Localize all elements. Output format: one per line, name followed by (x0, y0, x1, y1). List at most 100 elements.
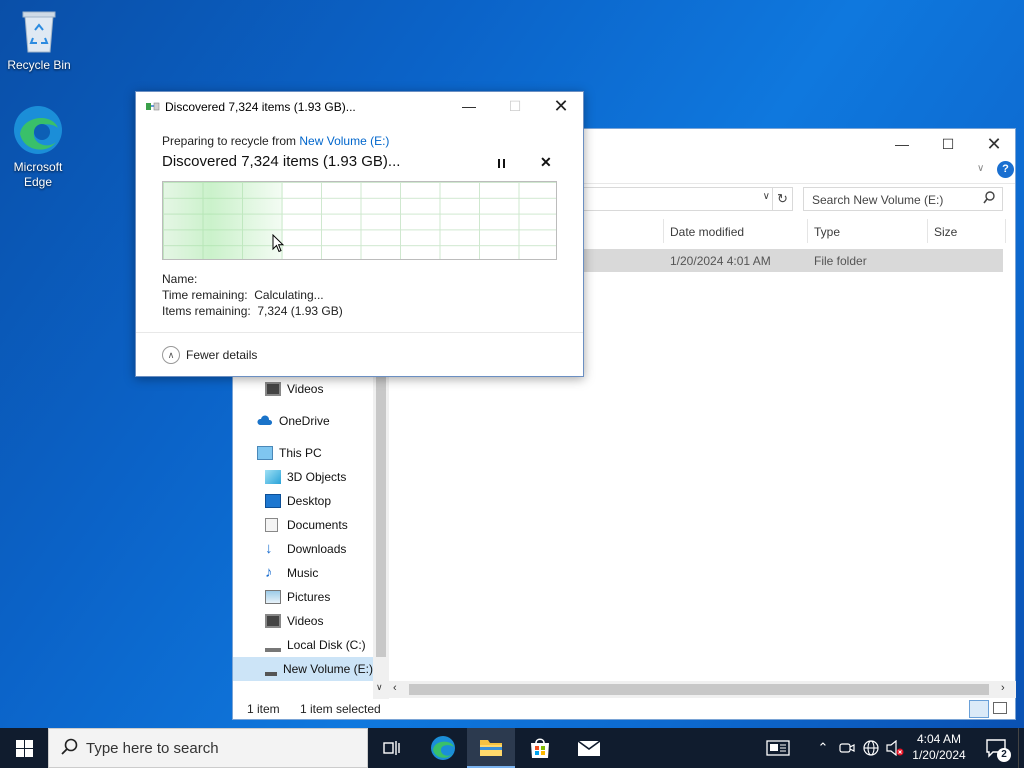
show-hidden-icons-button[interactable]: ⌃ (812, 728, 834, 768)
item-count: 1 item (247, 702, 280, 716)
pause-button[interactable] (493, 156, 509, 170)
search-input[interactable]: Search New Volume (E:) (803, 187, 1003, 211)
scroll-left-icon[interactable]: ‹ (393, 682, 397, 694)
nav-vertical-scrollbar[interactable]: ∨ (373, 377, 389, 699)
progress-heading: Discovered 7,324 items (1.93 GB)... (162, 153, 401, 170)
mouse-cursor-icon (272, 233, 285, 256)
preparing-text: Preparing to recycle from New Volume (E:… (162, 134, 390, 148)
recycle-bin-icon (19, 8, 59, 54)
nav-item-pictures[interactable]: Pictures (265, 585, 330, 609)
maximize-button[interactable]: ☐ (925, 129, 971, 159)
music-icon: ♪ (265, 564, 273, 581)
task-view-icon (383, 741, 400, 755)
nav-item-new-volume-e[interactable]: New Volume (E:) (233, 657, 373, 681)
onedrive-icon (257, 414, 273, 428)
progress-graph (162, 181, 557, 260)
pictures-icon (265, 590, 281, 604)
scrollbar-thumb[interactable] (409, 684, 989, 695)
edge-desktop-icon[interactable]: Microsoft Edge (0, 104, 76, 190)
cancel-icon: ✕ (540, 154, 552, 170)
clock[interactable]: 4:04 AM 1/20/2024 (906, 731, 972, 765)
scrollbar-thumb[interactable] (376, 377, 386, 657)
edge-icon (431, 736, 455, 760)
taskbar-mail-button[interactable] (565, 728, 613, 768)
search-icon (61, 738, 78, 758)
videos-icon (265, 614, 281, 628)
folder-icon (480, 740, 502, 756)
desktop-icon (265, 494, 281, 508)
nav-item-videos[interactable]: Videos (265, 609, 323, 633)
scroll-right-icon[interactable]: › (1001, 682, 1005, 694)
address-dropdown-icon[interactable]: ∨ (763, 191, 770, 202)
downloads-icon: ↓ (265, 540, 273, 557)
time-remaining-row: Time remaining: Calculating... (162, 288, 324, 302)
search-icon (983, 191, 996, 207)
mail-icon (577, 740, 601, 756)
clock-date: 1/20/2024 (912, 748, 966, 762)
cancel-button[interactable]: ✕ (540, 154, 552, 171)
edge-label: Microsoft Edge (13, 160, 63, 189)
row-type: File folder (814, 254, 867, 268)
horizontal-scrollbar[interactable]: ‹ › (389, 681, 1016, 698)
dialog-title: Discovered 7,324 items (1.93 GB)... (165, 100, 356, 114)
nav-item-downloads[interactable]: ↓ Downloads (265, 537, 346, 561)
dialog-maximize-button: ☐ (508, 97, 522, 114)
start-button[interactable] (0, 728, 48, 768)
store-icon (531, 738, 549, 758)
ribbon-expand-icon[interactable]: ∨ (977, 163, 984, 174)
news-widget-button[interactable] (760, 728, 796, 768)
column-date-modified[interactable]: Date modified (670, 225, 744, 239)
network-icon[interactable] (860, 728, 882, 768)
dialog-close-button[interactable]: ✕ (538, 92, 584, 120)
clock-time: 4:04 AM (916, 732, 962, 746)
recycle-progress-dialog[interactable]: Discovered 7,324 items (1.93 GB)... — ☐ … (135, 91, 584, 377)
volume-muted-icon[interactable] (884, 728, 906, 768)
taskbar-edge-button[interactable] (419, 728, 467, 768)
nav-item-videos-quick[interactable]: Videos (265, 377, 323, 401)
nav-item-local-disk-c[interactable]: Local Disk (C:) (265, 633, 366, 657)
notifications-button[interactable]: 2 (978, 728, 1014, 768)
nav-item-desktop[interactable]: Desktop (265, 489, 331, 513)
taskbar-search-box[interactable]: Type here to search (48, 728, 368, 768)
dialog-minimize-button[interactable]: — (446, 92, 492, 120)
close-button[interactable]: ✕ (971, 129, 1017, 159)
this-pc-icon (257, 446, 273, 460)
nav-item-music[interactable]: ♪ Music (265, 561, 318, 585)
source-drive-link[interactable]: New Volume (E:) (299, 134, 389, 148)
details-view-icon[interactable] (969, 700, 989, 718)
chevron-up-icon: ∧ (162, 346, 180, 364)
help-icon[interactable]: ? (997, 161, 1014, 178)
show-desktop-button[interactable] (1018, 728, 1024, 768)
time-remaining-value: Calculating... (254, 288, 324, 302)
nav-item-documents[interactable]: Documents (265, 513, 348, 537)
nav-item-this-pc[interactable]: This PC (257, 441, 322, 465)
name-label: Name: (162, 272, 198, 286)
news-icon (766, 740, 790, 756)
notification-badge: 2 (997, 748, 1011, 762)
recycle-dialog-icon (146, 101, 160, 112)
taskbar-file-explorer-button[interactable] (467, 728, 515, 768)
large-icons-view-icon[interactable] (993, 702, 1007, 714)
3d-objects-icon (265, 470, 281, 484)
refresh-icon[interactable]: ↻ (773, 187, 793, 211)
taskbar-store-button[interactable] (516, 728, 564, 768)
nav-item-onedrive[interactable]: OneDrive (257, 409, 330, 433)
recycle-bin-desktop-icon[interactable]: Recycle Bin (1, 8, 77, 73)
minimize-button[interactable]: — (879, 129, 925, 159)
meet-now-icon[interactable] (836, 728, 858, 768)
fewer-details-button[interactable]: ∧ Fewer details (162, 346, 257, 364)
column-type[interactable]: Type (814, 225, 840, 239)
edge-icon (12, 104, 64, 156)
scroll-down-icon[interactable]: ∨ (376, 682, 383, 693)
progress-graph-fill (163, 182, 283, 259)
videos-icon (265, 382, 281, 396)
row-date-modified: 1/20/2024 4:01 AM (670, 254, 771, 268)
recycle-bin-label: Recycle Bin (7, 58, 71, 72)
drive-icon (265, 638, 281, 652)
nav-item-3d-objects[interactable]: 3D Objects (265, 465, 346, 489)
items-remaining-row: Items remaining: 7,324 (1.93 GB) (162, 304, 343, 318)
column-size[interactable]: Size (934, 225, 957, 239)
taskbar: Type here to search ⌃ 4:04 AM 1/20/2024 … (0, 728, 1024, 768)
documents-icon (265, 518, 278, 532)
task-view-button[interactable] (370, 728, 414, 768)
